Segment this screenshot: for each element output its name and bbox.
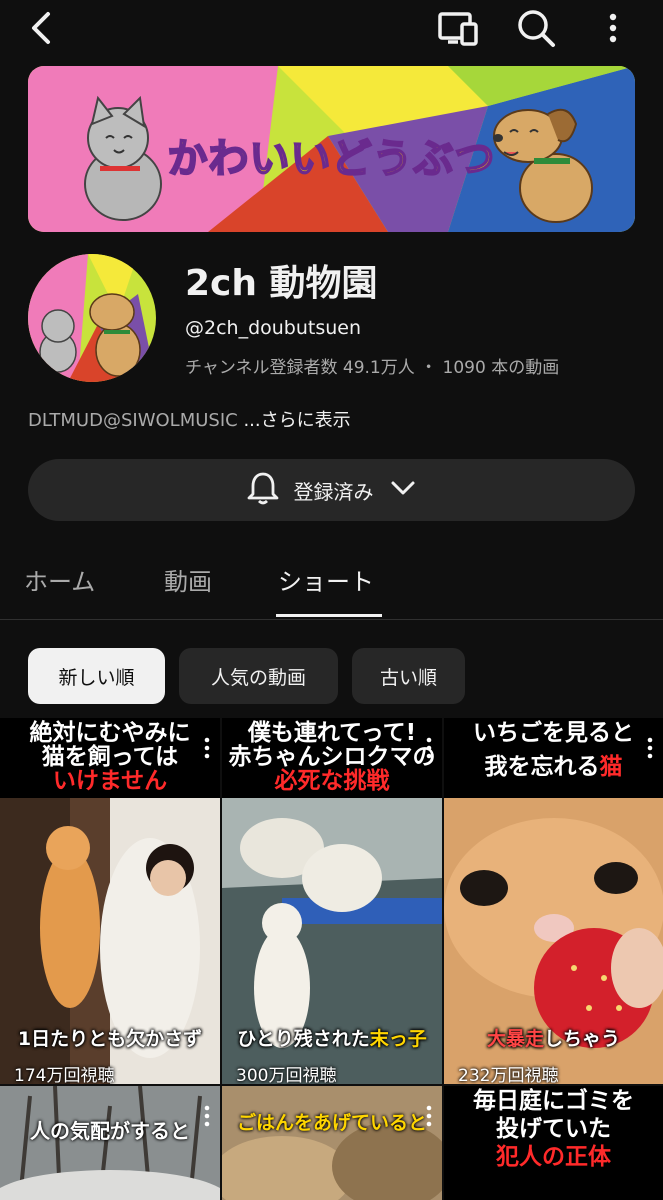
chip-popular[interactable]: 人気の動画 [179,648,338,704]
short-caption-red: 猫 [599,754,623,780]
tab-videos[interactable]: 動画 [164,562,212,597]
short-thumbnail [222,1086,442,1200]
short-subtitle: ひとり残された末っ子 [222,1024,442,1051]
short-caption: 人の気配がすると [30,1119,190,1143]
more-vert-icon[interactable] [200,1102,214,1132]
short-views: 174万回視聴 [14,1066,115,1084]
description-text: DLTMUD@SIWOLMUSIC [28,410,238,431]
short-subtitle: 大暴走しちゃう [444,1024,663,1051]
chevron-down-icon [388,473,418,507]
channel-banner: かわいいどうぶつ [28,66,635,232]
bell-icon [246,470,280,510]
more-vert-icon[interactable] [643,734,657,764]
more-vert-icon[interactable] [422,1102,436,1132]
short-subtitle-b: しちゃう [544,1028,621,1050]
search-icon[interactable] [514,6,558,50]
short-subtitle-a: ひとり残された [237,1028,370,1050]
short-views: 300万回視聴 [236,1066,337,1084]
top-app-bar [0,0,663,56]
short-card[interactable]: 人の気配がすると [0,1086,220,1200]
short-caption-line3: 必死な挑戦 [222,766,442,796]
short-card[interactable]: いちごを見ると 我を忘れる猫 大暴走しちゃう 232万回視聴 [444,718,663,1084]
back-arrow-icon[interactable] [22,8,62,48]
short-caption: ごはんをあげていると [236,1112,427,1134]
active-tab-indicator [276,614,382,617]
short-caption-line3: いけません [0,766,220,796]
subscribed-button[interactable]: 登録済み [28,459,635,521]
short-card[interactable]: 僕も連れてって! 赤ちゃんシロクマの 必死な挑戦 ひとり残された末っ子 300万… [222,718,442,1084]
channel-name: 2ch 動物園 [185,263,378,304]
short-caption-line1: いちごを見ると [473,720,634,746]
short-subtitle-a: 大暴走 [486,1028,544,1050]
short-caption-line1: 毎日庭にゴミを [473,1088,634,1114]
channel-tabs: ホーム 動画 ショート [0,548,663,620]
tab-home[interactable]: ホーム [24,562,95,597]
short-views: 232万回視聴 [458,1066,559,1084]
short-subtitle-b: 末っ子 [369,1028,427,1050]
short-caption-line2-a: 我を忘れる [484,754,600,780]
more-link[interactable]: ...さらに表示 [243,410,350,431]
more-vert-icon[interactable] [422,734,436,764]
short-caption-line3: 犯人の正体 [444,1142,663,1172]
channel-stats: チャンネル登録者数 49.1万人 ・ 1090 本の動画 [185,358,560,378]
more-vert-icon[interactable] [598,8,628,48]
short-card[interactable]: 毎日庭にゴミを 投げていた 犯人の正体 [444,1086,663,1200]
cast-icon[interactable] [436,8,480,48]
banner-title: かわいいどうぶつ [167,135,496,183]
short-caption-line2: 投げていた [496,1116,611,1142]
short-subtitle: 1日たりとも欠かさず [17,1028,203,1050]
chip-newest[interactable]: 新しい順 [28,648,165,704]
channel-description[interactable]: DLTMUD@SIWOLMUSIC ...さらに表示 [28,406,351,432]
tab-shorts[interactable]: ショート [278,562,374,597]
more-vert-icon[interactable] [200,734,214,764]
chip-oldest[interactable]: 古い順 [352,648,465,704]
short-card[interactable]: 絶対にむやみに 猫を飼っては いけません 1日たりとも欠かさず 174万回視聴 [0,718,220,1084]
short-caption-line2: 我を忘れる猫 [444,752,663,782]
short-card[interactable]: ごはんをあげていると [222,1086,442,1200]
channel-handle: @2ch_doubutsuen [185,317,362,339]
subscribed-label: 登録済み [293,479,374,504]
short-caption-red: 必死な挑戦 [274,768,390,794]
channel-avatar[interactable] [28,254,156,382]
short-caption-red: 犯人の正体 [496,1144,611,1170]
short-caption-red: いけません [52,768,168,794]
